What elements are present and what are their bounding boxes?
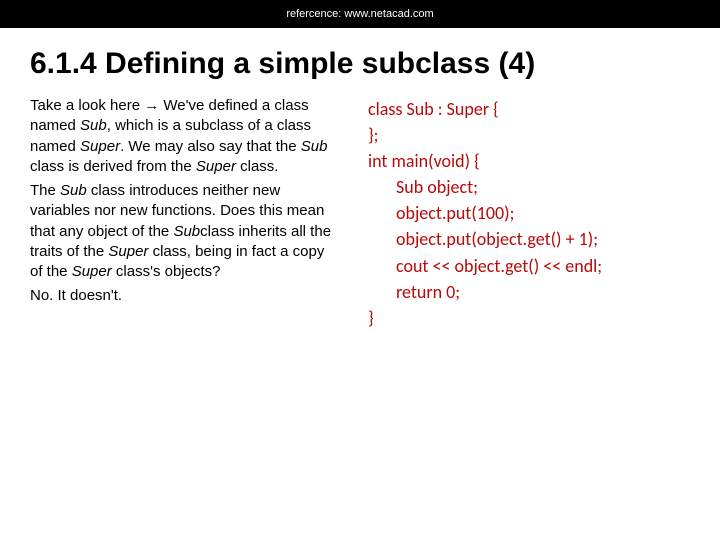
class-name-sub: Sub bbox=[60, 182, 87, 199]
code-line: } bbox=[368, 305, 690, 331]
paragraph-1: Take a look here → We've defined a class… bbox=[30, 96, 340, 177]
class-name-sub: Sub bbox=[173, 223, 200, 240]
paragraph-3: No. It doesn't. bbox=[30, 286, 340, 306]
content-columns: Take a look here → We've defined a class… bbox=[0, 96, 720, 331]
class-name-sub: Sub bbox=[301, 138, 328, 155]
code-line: object.put(object.get() + 1); bbox=[368, 226, 690, 252]
text: class is derived from the bbox=[30, 158, 196, 175]
text: . We may also say that the bbox=[120, 138, 301, 155]
code-line: Sub object; bbox=[368, 174, 690, 200]
class-name-super: Super bbox=[72, 263, 112, 280]
class-name-super: Super bbox=[196, 158, 236, 175]
code-line: object.put(100); bbox=[368, 200, 690, 226]
slide-title: 6.1.4 Defining a simple subclass (4) bbox=[0, 28, 720, 96]
paragraph-2: The Sub class introduces neither new var… bbox=[30, 181, 340, 282]
left-column: Take a look here → We've defined a class… bbox=[30, 96, 340, 331]
class-name-sub: Sub bbox=[80, 117, 107, 134]
code-line: class Sub : Super { bbox=[368, 96, 690, 122]
topbar-text: refercence: www.netacad.com bbox=[286, 8, 433, 20]
class-name-super: Super bbox=[108, 243, 148, 260]
code-line: return 0; bbox=[368, 279, 690, 305]
text: class's objects? bbox=[112, 263, 221, 280]
topbar: refercence: www.netacad.com bbox=[0, 0, 720, 28]
code-block: class Sub : Super { }; int main(void) { … bbox=[368, 96, 690, 331]
code-line: cout << object.get() << endl; bbox=[368, 253, 690, 279]
class-name-super: Super bbox=[80, 138, 120, 155]
code-line: }; bbox=[368, 122, 690, 148]
code-line: int main(void) { bbox=[368, 148, 690, 174]
slide: refercence: www.netacad.com 6.1.4 Defini… bbox=[0, 0, 720, 540]
text: The bbox=[30, 182, 60, 199]
text: class. bbox=[236, 158, 279, 175]
